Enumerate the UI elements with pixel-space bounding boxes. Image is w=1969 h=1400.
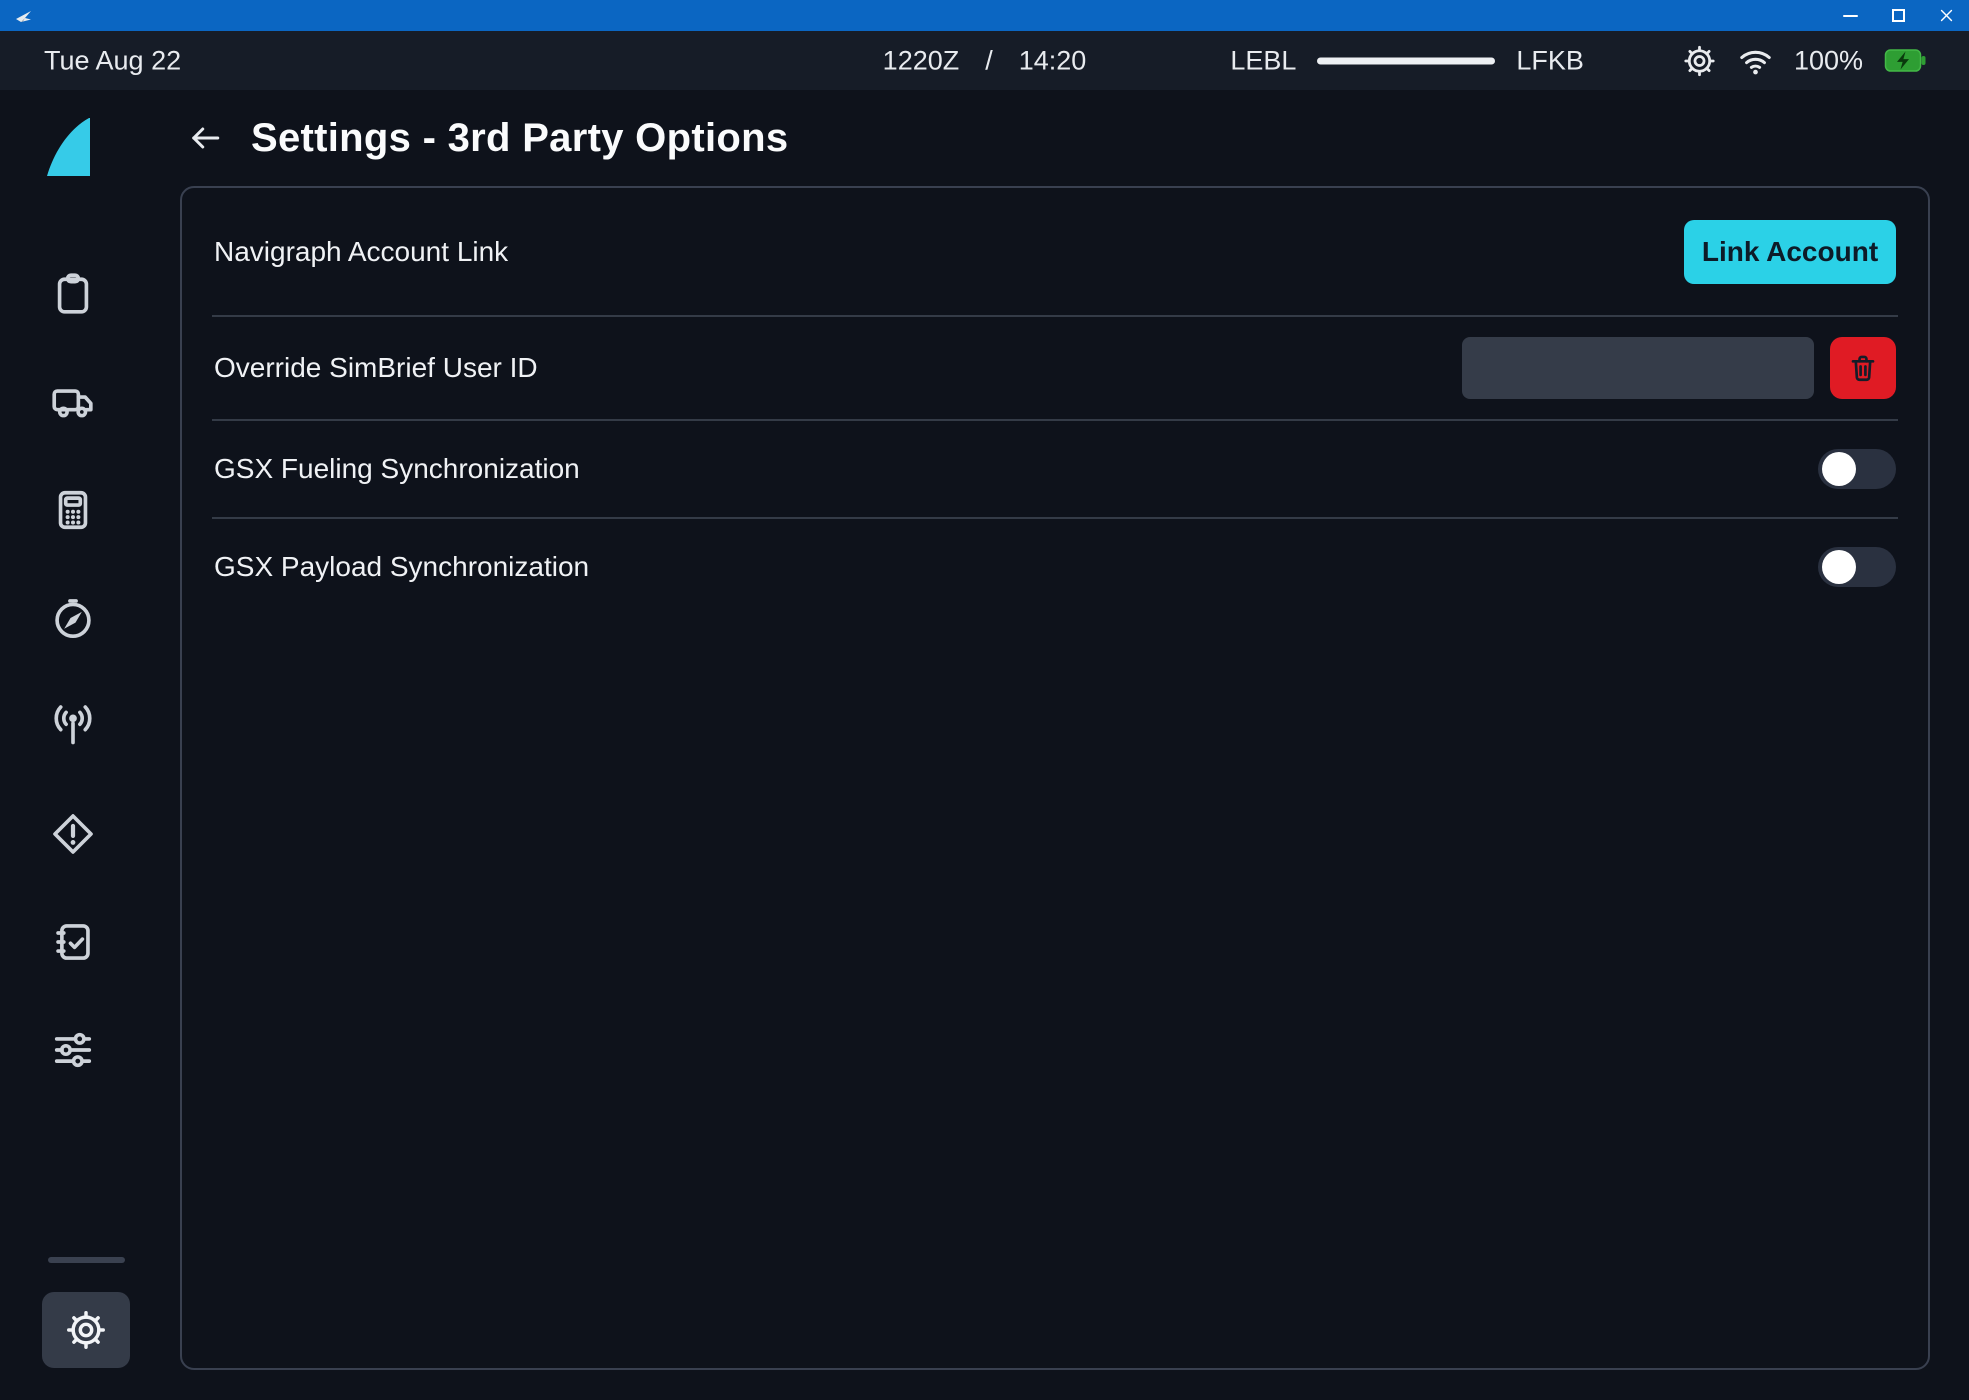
sidebar-item-options[interactable] [0, 996, 145, 1104]
compass-icon [50, 595, 96, 641]
row-label: Navigraph Account Link [214, 236, 508, 268]
sidebar-item-radio[interactable] [0, 672, 145, 780]
back-button[interactable] [185, 118, 225, 158]
row-label: Override SimBrief User ID [214, 352, 538, 384]
sidebar-item-navigation[interactable] [0, 564, 145, 672]
sidebar-item-flight-plan[interactable] [0, 240, 145, 348]
minimize-button[interactable] [1841, 7, 1859, 25]
sidebar-divider [48, 1257, 125, 1263]
maximize-button[interactable] [1889, 7, 1907, 25]
maximize-icon [1892, 9, 1905, 22]
sidebar-item-failures[interactable] [0, 780, 145, 888]
wifi-icon [1738, 43, 1773, 78]
close-icon [1938, 7, 1955, 24]
sidebar-item-settings-active[interactable] [42, 1292, 130, 1368]
antenna-icon [50, 703, 96, 749]
gear-icon[interactable] [1682, 43, 1717, 78]
sidebar-item-ground-services[interactable] [0, 348, 145, 456]
route-origin: LEBL [1230, 45, 1296, 76]
time-separator: / [985, 45, 993, 76]
gsx-payload-toggle[interactable] [1818, 547, 1896, 587]
row-navigraph-account: Navigraph Account Link Link Account [182, 188, 1928, 315]
alert-diamond-icon [50, 811, 96, 857]
battery-percent: 100% [1794, 45, 1863, 76]
utc-time: 1220Z [883, 45, 960, 76]
checklist-icon [50, 919, 96, 965]
os-titlebar [0, 0, 1969, 31]
page-title: Settings - 3rd Party Options [251, 116, 788, 161]
status-clock: 1220Z / 14:20 [883, 45, 1087, 76]
row-controls [1818, 449, 1896, 489]
route-progress-line [1317, 57, 1495, 64]
winglet-logo-icon [45, 118, 101, 176]
main-area: Settings - 3rd Party Options Navigraph A… [145, 90, 1969, 1400]
local-time: 14:20 [1019, 45, 1087, 76]
row-label: GSX Fueling Synchronization [214, 453, 580, 485]
calculator-icon [50, 487, 96, 533]
minimize-icon [1843, 15, 1858, 17]
gear-icon [64, 1308, 108, 1352]
row-controls [1818, 547, 1896, 587]
efb-window: Tue Aug 22 1220Z / 14:20 LEBL LFKB 100% [0, 0, 1969, 1400]
battery-charging-icon [1884, 48, 1926, 74]
trash-icon [1847, 352, 1879, 384]
toggle-knob [1822, 550, 1856, 584]
sidebar-item-checklist[interactable] [0, 888, 145, 996]
row-label: GSX Payload Synchronization [214, 551, 589, 583]
row-simbrief-id: Override SimBrief User ID [182, 317, 1928, 419]
sidebar-nav [0, 240, 145, 1104]
simbrief-id-input[interactable] [1462, 337, 1814, 399]
status-right: LEBL LFKB 100% [1230, 43, 1926, 78]
row-gsx-fueling: GSX Fueling Synchronization [182, 421, 1928, 517]
status-bar: Tue Aug 22 1220Z / 14:20 LEBL LFKB 100% [0, 31, 1969, 90]
clipboard-icon [50, 271, 96, 317]
content-area: Settings - 3rd Party Options Navigraph A… [0, 90, 1969, 1400]
window-controls [1841, 7, 1955, 25]
sidebar-item-performance[interactable] [0, 456, 145, 564]
settings-panel: Navigraph Account Link Link Account Over… [180, 186, 1930, 1370]
route-destination: LFKB [1516, 45, 1584, 76]
row-gsx-payload: GSX Payload Synchronization [182, 519, 1928, 615]
row-controls: Link Account [1684, 220, 1896, 284]
gsx-fueling-toggle[interactable] [1818, 449, 1896, 489]
row-controls [1462, 337, 1896, 399]
page-header: Settings - 3rd Party Options [145, 90, 1969, 186]
app-icon [14, 6, 34, 26]
close-button[interactable] [1937, 7, 1955, 25]
link-account-button[interactable]: Link Account [1684, 220, 1896, 284]
sliders-icon [50, 1027, 96, 1073]
toggle-knob [1822, 452, 1856, 486]
clear-simbrief-id-button[interactable] [1830, 337, 1896, 399]
status-date: Tue Aug 22 [44, 45, 181, 76]
sidebar [0, 90, 145, 1400]
arrow-left-icon [187, 120, 223, 156]
truck-icon [50, 379, 96, 425]
